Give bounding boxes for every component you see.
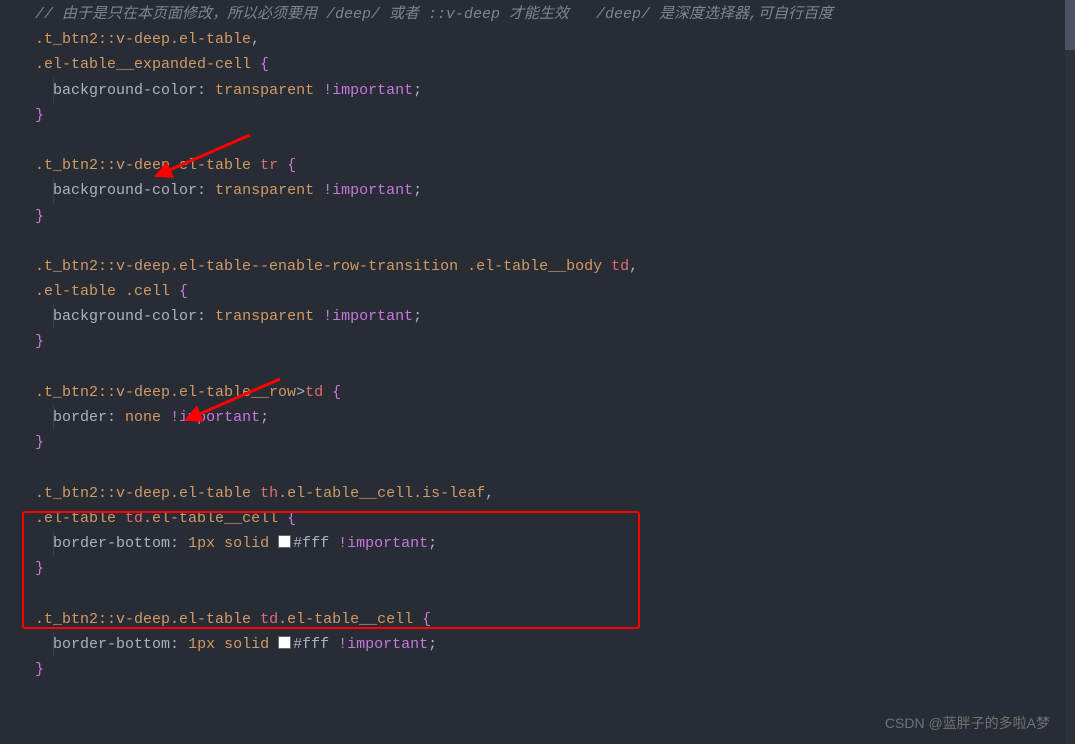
code-line: .t_btn2::v-deep.el-table, xyxy=(0,27,1075,52)
code-line: } xyxy=(0,556,1075,581)
minimap[interactable] xyxy=(1065,0,1075,744)
code-line: } xyxy=(0,103,1075,128)
code-editor[interactable]: // 由于是只在本页面修改，所以必须要用 /deep/ 或者 ::v-deep … xyxy=(0,0,1075,682)
blank-line xyxy=(0,128,1075,153)
code-line: .t_btn2::v-deep.el-table td.el-table__ce… xyxy=(0,607,1075,632)
code-line: .el-table td.el-table__cell { xyxy=(0,506,1075,531)
code-line: .t_btn2::v-deep.el-table__row>td { xyxy=(0,380,1075,405)
blank-line xyxy=(0,581,1075,606)
code-line: background-color: transparent !important… xyxy=(0,304,1075,329)
code-line: border-bottom: 1px solid #fff !important… xyxy=(0,632,1075,657)
watermark: CSDN @蓝胖子的多啦A梦 xyxy=(885,712,1050,736)
code-line: // 由于是只在本页面修改，所以必须要用 /deep/ 或者 ::v-deep … xyxy=(0,2,1075,27)
code-line: } xyxy=(0,204,1075,229)
code-line: } xyxy=(0,430,1075,455)
color-swatch-icon xyxy=(278,636,291,649)
code-line: .el-table .cell { xyxy=(0,279,1075,304)
code-line: } xyxy=(0,657,1075,682)
code-line: .t_btn2::v-deep.el-table--enable-row-tra… xyxy=(0,254,1075,279)
code-line: border: none !important; xyxy=(0,405,1075,430)
code-line: } xyxy=(0,329,1075,354)
code-line: background-color: transparent !important… xyxy=(0,178,1075,203)
code-line: background-color: transparent !important… xyxy=(0,78,1075,103)
code-line: .el-table__expanded-cell { xyxy=(0,52,1075,77)
color-swatch-icon xyxy=(278,535,291,548)
minimap-thumb[interactable] xyxy=(1065,0,1075,50)
code-line: .t_btn2::v-deep.el-table tr { xyxy=(0,153,1075,178)
code-line: .t_btn2::v-deep.el-table th.el-table__ce… xyxy=(0,481,1075,506)
code-line: border-bottom: 1px solid #fff !important… xyxy=(0,531,1075,556)
comment-text: // 由于是只在本页面修改，所以必须要用 /deep/ 或者 ::v-deep … xyxy=(35,6,833,23)
blank-line xyxy=(0,455,1075,480)
blank-line xyxy=(0,355,1075,380)
blank-line xyxy=(0,229,1075,254)
